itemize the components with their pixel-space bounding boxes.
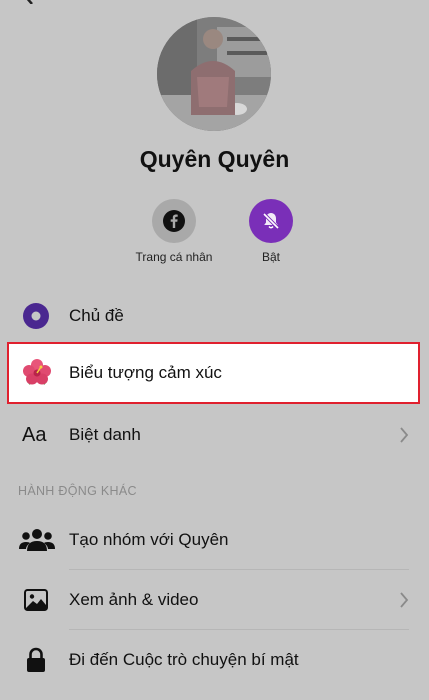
secret-conversation-label: Đi đến Cuộc trò chuyện bí mật	[69, 650, 299, 669]
conversation-settings-screen: Quyên Quyên Trang cá nhân Bật Chủ đề Biể…	[0, 0, 429, 700]
theme-row[interactable]: Chủ đề	[0, 286, 429, 346]
theme-label: Chủ đề	[69, 306, 124, 325]
avatar-photo	[157, 17, 271, 131]
photos-videos-row[interactable]: Xem ảnh & video	[0, 570, 429, 630]
photo-icon-wrap	[20, 585, 52, 615]
profile-page-button[interactable]: Trang cá nhân	[119, 199, 229, 264]
theme-circle-icon	[23, 303, 49, 329]
bell-muted-icon	[262, 212, 280, 230]
lock-icon-wrap	[20, 645, 52, 675]
unmute-label: Bật	[261, 250, 280, 264]
group-icon	[19, 529, 55, 551]
hibiscus-icon	[23, 359, 51, 385]
emoji-label: Biểu tượng cảm xúc	[69, 363, 222, 382]
bell-icon-circle	[249, 199, 293, 243]
photo-icon	[24, 589, 48, 611]
facebook-icon-circle	[152, 199, 196, 243]
lock-icon	[27, 647, 45, 672]
secret-conversation-row[interactable]: Đi đến Cuộc trò chuyện bí mật	[0, 630, 429, 690]
nickname-label: Biệt danh	[69, 425, 141, 444]
theme-icon-wrap	[20, 301, 52, 331]
profile-page-label: Trang cá nhân	[135, 250, 213, 264]
text-aa-icon-wrap: Aa	[22, 420, 54, 450]
profile-name: Quyên Quyên	[139, 146, 290, 172]
create-group-label: Tạo nhóm với Quyên	[69, 530, 229, 549]
text-aa-icon: Aa	[22, 423, 47, 446]
group-icon-wrap	[19, 525, 55, 555]
emoji-icon-wrap	[21, 358, 53, 388]
nickname-row[interactable]: Aa Biệt danh	[0, 405, 429, 465]
unmute-button[interactable]: Bật	[216, 199, 326, 264]
other-actions-header: HÀNH ĐỘNG KHÁC	[18, 484, 137, 498]
create-group-row[interactable]: Tạo nhóm với Quyên	[0, 510, 429, 570]
facebook-icon	[163, 210, 185, 232]
profile-avatar[interactable]	[157, 17, 271, 131]
emoji-row[interactable]: Biểu tượng cảm xúc	[7, 342, 420, 404]
chevron-right-icon	[400, 427, 409, 443]
chevron-right-icon	[400, 592, 409, 608]
back-chevron-icon[interactable]	[22, 0, 36, 4]
photos-videos-label: Xem ảnh & video	[69, 590, 199, 609]
